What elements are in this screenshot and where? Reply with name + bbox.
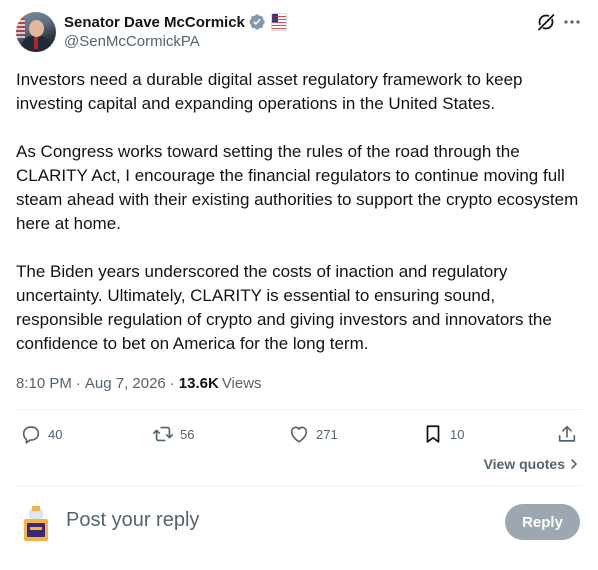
author-name-row: Senator Dave McCormick xyxy=(64,12,287,32)
views-count[interactable]: 13.6K xyxy=(179,375,219,392)
reply-input[interactable]: Post your reply xyxy=(66,509,199,532)
view-quotes-label: View quotes xyxy=(483,456,565,472)
reply-icon xyxy=(22,426,40,444)
verified-badge-icon[interactable] xyxy=(248,13,266,31)
author-handle[interactable]: @SenMcCormickPA xyxy=(64,33,200,50)
reply-count: 40 xyxy=(48,426,63,442)
avatar-flag-background xyxy=(16,18,25,38)
user-avatar[interactable] xyxy=(20,505,52,543)
share-icon xyxy=(558,425,576,442)
tweet-date[interactable]: Aug 7, 2026 xyxy=(85,375,166,392)
divider xyxy=(16,409,582,410)
heart-icon xyxy=(290,426,308,443)
repost-icon xyxy=(153,426,173,442)
tweet-time[interactable]: 8:10 PM xyxy=(16,375,72,392)
views-label[interactable]: Views xyxy=(222,375,262,392)
tweet-paragraph: The Biden years underscored the costs of… xyxy=(16,262,552,353)
more-icon[interactable] xyxy=(562,12,582,32)
author-avatar[interactable] xyxy=(16,12,56,52)
avatar-tie xyxy=(34,37,38,49)
bookmark-icon xyxy=(426,425,440,443)
like-button[interactable]: 271 xyxy=(288,420,338,448)
share-button[interactable] xyxy=(556,420,578,448)
action-bar: 40 56 271 10 xyxy=(16,420,582,448)
senate-affiliation-icon[interactable] xyxy=(270,13,287,31)
view-quotes-link[interactable]: View quotes xyxy=(484,456,580,472)
reply-button[interactable]: 40 xyxy=(20,420,62,448)
bookmark-button[interactable]: 10 xyxy=(422,420,464,448)
divider xyxy=(16,485,582,486)
repost-count: 56 xyxy=(180,426,195,442)
author-display-name[interactable]: Senator Dave McCormick xyxy=(64,14,245,31)
tweet-text: Investors need a durable digital asset r… xyxy=(16,68,582,380)
repost-button[interactable]: 56 xyxy=(152,420,194,448)
reply-submit-button[interactable]: Reply xyxy=(505,504,580,540)
avatar-face xyxy=(29,20,44,37)
tweet-paragraph: Investors need a durable digital asset r… xyxy=(16,70,523,113)
grok-icon[interactable] xyxy=(536,12,556,32)
tweet-paragraph: As Congress works toward setting the rul… xyxy=(16,142,579,233)
meta-separator: · xyxy=(169,374,175,392)
like-count: 271 xyxy=(316,426,338,442)
tweet-meta: 8:10 PM · Aug 7, 2026 · 13.6K Views xyxy=(16,373,262,393)
chevron-right-icon xyxy=(571,459,577,469)
bookmark-count: 10 xyxy=(450,426,465,442)
meta-separator: · xyxy=(75,374,81,392)
